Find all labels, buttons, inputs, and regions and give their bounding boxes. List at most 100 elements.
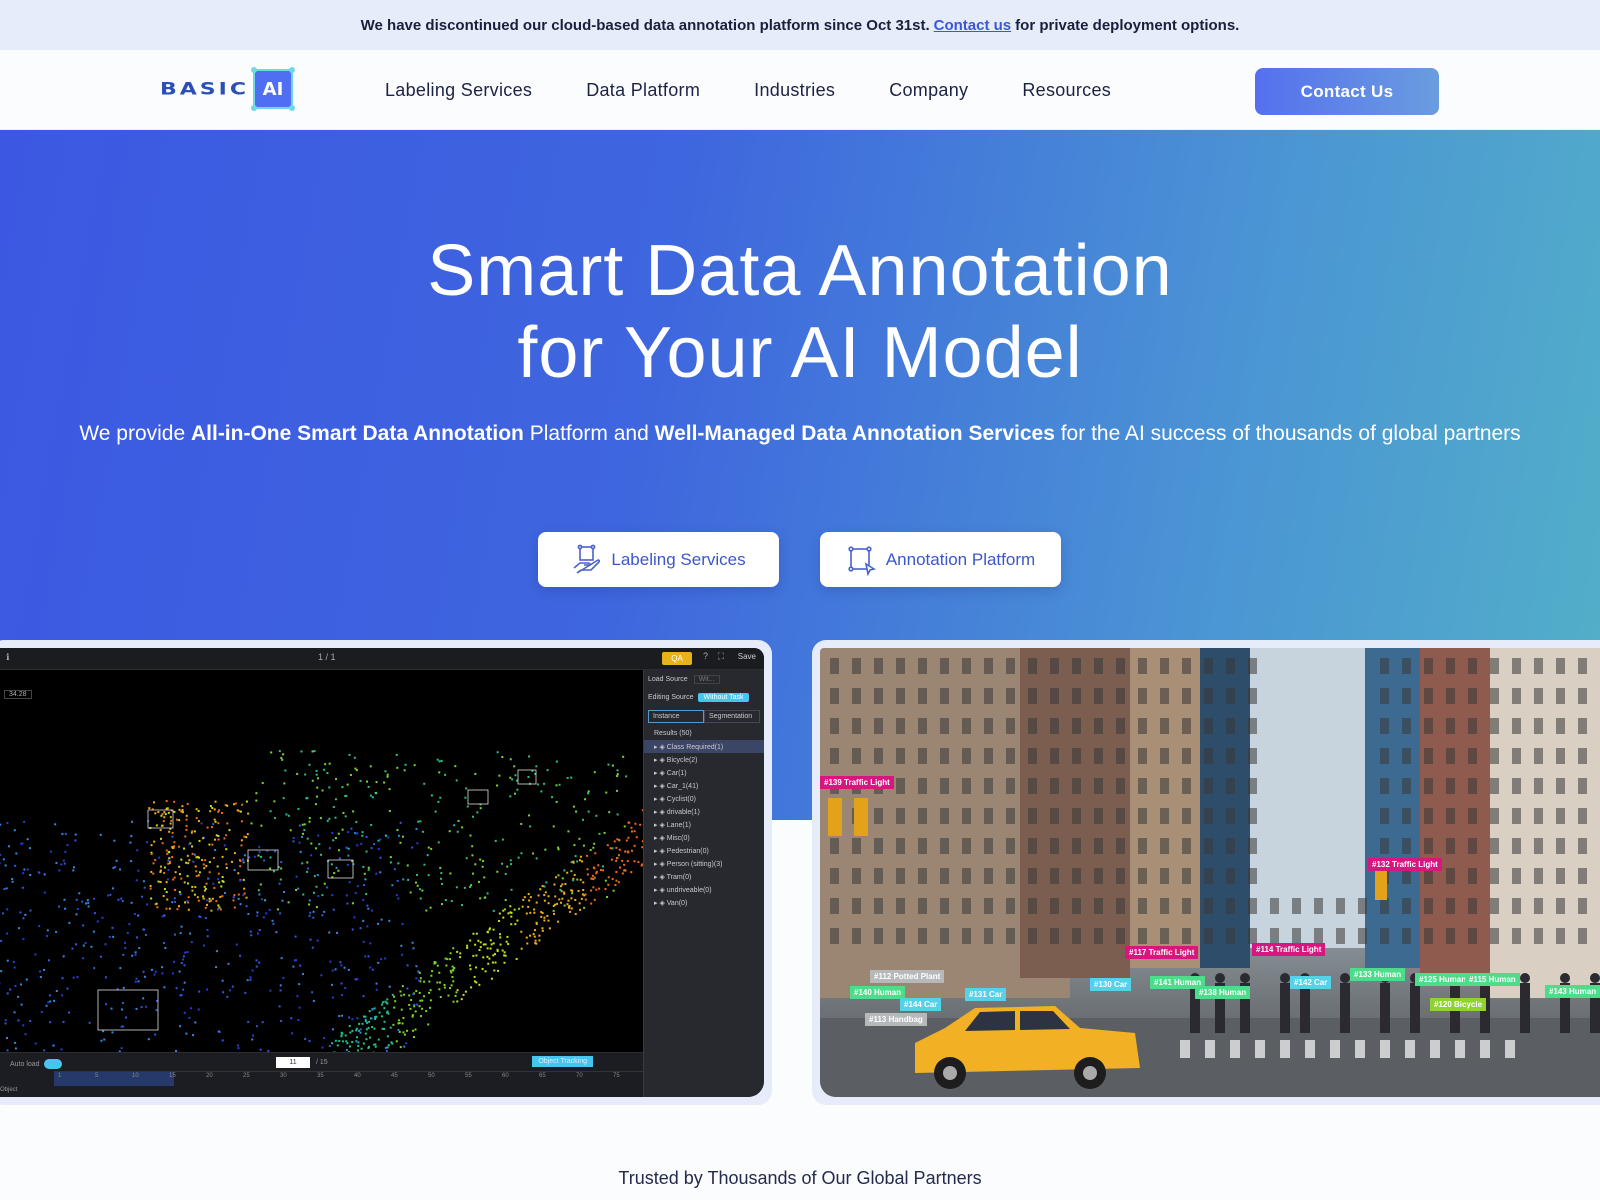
hero-subtitle: We provide All-in-One Smart Data Annotat… xyxy=(0,418,1600,450)
nav-item-labeling-services[interactable]: Labeling Services xyxy=(385,80,532,101)
lidar-tool: ℹ 1 / 1 QA ? ⛶ Save 34.28 Load Source Wi… xyxy=(0,648,764,1097)
timeline-tick: 70 xyxy=(576,1073,583,1079)
annotation-tag: #112 Potted Plant xyxy=(870,970,945,983)
lidar-toolbar: ℹ 1 / 1 QA ? ⛶ Save xyxy=(0,648,764,670)
class-list-item[interactable]: ▸ ◈ Bicycle(2) xyxy=(644,753,764,766)
tab-instance[interactable]: Instance xyxy=(648,710,704,723)
timeline-ruler[interactable]: 1 5 10 15 20 25 30 35 40 45 50 55 60 65 70 75 xyxy=(54,1071,643,1086)
class-list-item[interactable]: ▸ ◈ Lane(1) xyxy=(644,818,764,831)
class-list-item[interactable]: ▸ ◈ Car_1(41) xyxy=(644,779,764,792)
timeline-tick: 30 xyxy=(280,1073,287,1079)
timeline-tick: 10 xyxy=(132,1073,139,1079)
class-list-item[interactable]: ▸ ◈ drivable(1) xyxy=(644,805,764,818)
load-source-label: Load Source xyxy=(648,675,688,683)
class-list-item[interactable]: ▸ ◈ undriveable(0) xyxy=(644,883,764,896)
annotation-platform-label: Annotation Platform xyxy=(885,549,1036,569)
hand-box-icon xyxy=(573,544,601,574)
announcement-bar: We have discontinued our cloud-based dat… xyxy=(0,0,1600,50)
announcement-contact-link[interactable]: Contact us xyxy=(934,17,1012,34)
class-list-item[interactable]: ▸ ◈ Cyclist(0) xyxy=(644,792,764,805)
annotation-tag: #115 Human xyxy=(1465,973,1520,986)
save-button[interactable]: Save xyxy=(738,652,756,661)
annotation-tag: #132 Traffic Light xyxy=(1368,858,1442,871)
lidar-pager[interactable]: 1 / 1 xyxy=(318,652,336,662)
results-header: Results (50) xyxy=(654,730,692,737)
editing-source-chip[interactable]: Without Task xyxy=(697,692,750,702)
class-list-item[interactable]: ▸ ◈ Car(1) xyxy=(644,766,764,779)
class-list-item[interactable]: ▸ ◈ Tram(0) xyxy=(644,870,764,883)
timeline-tick: 55 xyxy=(465,1073,472,1079)
object-tracking-button[interactable]: Object Tracking xyxy=(532,1056,593,1067)
class-list-item[interactable]: ▸ ◈ Pedestrian(0) xyxy=(644,844,764,857)
logo-wordmark: BASIC xyxy=(160,79,249,99)
hero-title-line1: Smart Data Annotation xyxy=(427,231,1173,311)
frame-input[interactable]: 11 xyxy=(276,1057,310,1068)
fullscreen-icon[interactable]: ⛶ xyxy=(718,651,724,662)
annotation-tag: #133 Human xyxy=(1350,968,1406,981)
nav-item-resources[interactable]: Resources xyxy=(1022,80,1111,101)
logo-badge-text: AI xyxy=(262,78,284,100)
timeline-tick: 15 xyxy=(169,1073,176,1079)
qa-button[interactable]: QA xyxy=(662,652,692,665)
editing-source-label: Editing Source xyxy=(648,693,694,701)
nav-item-company[interactable]: Company xyxy=(889,80,968,101)
timeline-tick: 35 xyxy=(317,1073,324,1079)
annotation-tag: #142 Car xyxy=(1290,976,1332,989)
cuboid-annotation xyxy=(467,789,489,805)
hero-sub-text: for the AI success of thousands of globa… xyxy=(1054,422,1521,445)
annotation-tag: #130 Car xyxy=(1090,978,1132,991)
nav-item-industries[interactable]: Industries xyxy=(754,80,835,101)
annotation-tag: #143 Human xyxy=(1545,985,1600,998)
frame-total: / 15 xyxy=(316,1059,328,1066)
class-list-item[interactable]: ▸ ◈ Van(0) xyxy=(644,896,764,909)
point-cloud-view[interactable] xyxy=(0,670,643,1082)
help-icon[interactable]: ? xyxy=(703,651,708,661)
class-list-item[interactable]: ▸ ◈ Misc(0) xyxy=(644,831,764,844)
announcement-text-after: for private deployment options. xyxy=(1015,16,1240,34)
labeling-services-label: Labeling Services xyxy=(611,549,746,569)
hero-sub-bold: All-in-One Smart Data Annotation xyxy=(190,422,524,445)
street-scene: #139 Traffic Light #117 Traffic Light #114… xyxy=(820,648,1600,1097)
class-list-item[interactable]: ▸ ◈ Class Required(1) xyxy=(644,740,764,753)
cuboid-annotation xyxy=(97,989,159,1031)
hero-title-line2: for Your AI Model xyxy=(517,313,1083,393)
street-annotation-screenshot: #139 Traffic Light #117 Traffic Light #114… xyxy=(812,640,1600,1105)
info-icon: ℹ xyxy=(6,652,10,662)
auto-load-toggle[interactable] xyxy=(43,1059,62,1069)
object-row-label: Object xyxy=(0,1087,18,1093)
timeline-tick: 25 xyxy=(243,1073,250,1079)
annotation-tag: #120 Bicycle xyxy=(1430,998,1487,1011)
annotation-tag: #114 Traffic Light xyxy=(1252,943,1326,956)
navbar: BASIC AI Labeling Services Data Platform… xyxy=(0,50,1600,130)
annotation-tag: #131 Car xyxy=(965,988,1007,1001)
logo[interactable]: BASIC AI xyxy=(160,67,295,111)
load-source-select[interactable]: Wit... xyxy=(693,674,720,684)
class-list-item[interactable]: ▸ ◈ Person (sitting)(3) xyxy=(644,857,764,870)
instance-tabs: Instance Segmentation xyxy=(648,710,760,723)
cuboid-annotation xyxy=(247,849,279,871)
timeline-tick: 60 xyxy=(502,1073,509,1079)
street-image xyxy=(820,648,1600,1097)
cuboid-annotation xyxy=(327,859,354,879)
timeline-tick: 20 xyxy=(206,1073,213,1079)
annotation-tag: #113 Handbag xyxy=(865,1013,927,1026)
timeline-tick: 1 xyxy=(58,1073,62,1079)
contact-us-button[interactable]: Contact Us xyxy=(1255,68,1439,115)
tab-segmentation[interactable]: Segmentation xyxy=(704,710,760,723)
partners-heading: Trusted by Thousands of Our Global Partn… xyxy=(618,1168,982,1188)
timeline-range xyxy=(54,1072,174,1086)
annotation-tag: #140 Human xyxy=(850,986,906,999)
hero-sub-bold: Well-Managed Data Annotation Services xyxy=(654,422,1055,445)
hero-title: Smart Data Annotation for Your AI Model xyxy=(0,230,1600,394)
labeling-services-button[interactable]: Labeling Services xyxy=(538,532,779,587)
class-list: ▸ ◈ Class Required(1) ▸ ◈ Bicycle(2) ▸ ◈ C… xyxy=(644,740,764,909)
results-sidebar: Load Source Wit... Editing Source Withou… xyxy=(643,670,764,1097)
annotation-platform-button[interactable]: Annotation Platform xyxy=(820,532,1061,587)
logo-badge: AI xyxy=(250,67,295,111)
timeline-tick: 5 xyxy=(95,1073,99,1079)
hero-sub-text: We provide xyxy=(79,422,191,445)
load-source-row: Load Source Wit... xyxy=(644,670,764,688)
lidar-tool-screenshot: ℹ 1 / 1 QA ? ⛶ Save 34.28 Load Source Wi… xyxy=(0,640,772,1105)
nav-menu: Labeling Services Data Platform Industri… xyxy=(385,50,1165,130)
nav-item-data-platform[interactable]: Data Platform xyxy=(586,80,700,101)
